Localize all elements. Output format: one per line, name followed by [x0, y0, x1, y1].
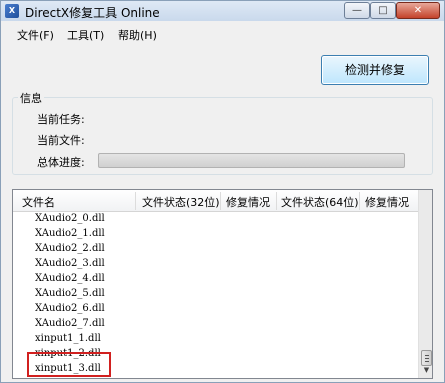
minimize-button[interactable]: —	[344, 2, 370, 19]
current-file-label: 当前文件:	[37, 134, 85, 147]
scroll-thumb[interactable]	[421, 350, 432, 366]
column-header-status-32[interactable]: 文件状态(32位)	[142, 194, 220, 210]
app-icon: X	[5, 4, 19, 18]
title-bar[interactable]: X DirectX修复工具 Online — □ ✕	[1, 1, 444, 21]
close-button[interactable]: ✕	[396, 2, 440, 19]
list-row[interactable]: XAudio2_6.dll	[13, 302, 418, 317]
column-separator	[135, 192, 136, 210]
vertical-scrollbar[interactable]: ▼	[418, 190, 432, 378]
list-row[interactable]: XAudio2_3.dll	[13, 257, 418, 272]
list-row[interactable]: xinput1_1.dll	[13, 332, 418, 347]
row-filename: XAudio2_5.dll	[35, 288, 105, 299]
column-header-repair-64[interactable]: 修复情况	[365, 194, 409, 210]
current-task-label: 当前任务:	[37, 113, 85, 126]
list-row[interactable]: XAudio2_0.dll	[13, 212, 418, 227]
row-filename: XAudio2_1.dll	[35, 228, 105, 239]
row-filename: XAudio2_2.dll	[35, 243, 105, 254]
window-title: DirectX修复工具 Online	[25, 6, 160, 20]
thumb-grip	[425, 358, 429, 359]
overall-progress-bar	[98, 153, 405, 168]
menu-help[interactable]: 帮助(H)	[118, 27, 157, 43]
thumb-grip	[425, 355, 429, 356]
directx-repair-window: X DirectX修复工具 Online — □ ✕ 文件(F) 工具(T) 帮…	[0, 0, 445, 383]
row-filename: XAudio2_7.dll	[35, 318, 105, 329]
list-row[interactable]: XAudio2_4.dll	[13, 272, 418, 287]
list-row[interactable]: XAudio2_7.dll	[13, 317, 418, 332]
column-header-status-64[interactable]: 文件状态(64位)	[281, 194, 359, 210]
list-row[interactable]: XAudio2_2.dll	[13, 242, 418, 257]
thumb-grip	[425, 361, 429, 362]
row-filename: XAudio2_4.dll	[35, 273, 105, 284]
column-separator	[276, 192, 277, 210]
detect-and-repair-button[interactable]: 检测并修复	[321, 55, 429, 85]
menu-file[interactable]: 文件(F)	[17, 27, 54, 43]
row-filename: XAudio2_3.dll	[35, 258, 105, 269]
column-header-filename[interactable]: 文件名	[22, 194, 55, 210]
info-group-title: 信息	[18, 90, 44, 106]
column-header-repair-32[interactable]: 修复情况	[226, 194, 270, 210]
list-row[interactable]: XAudio2_1.dll	[13, 227, 418, 242]
menu-bar: 文件(F) 工具(T) 帮助(H)	[1, 23, 444, 43]
maximize-button[interactable]: □	[370, 2, 396, 19]
highlight-annotation-box	[27, 352, 111, 377]
row-filename: xinput1_1.dll	[35, 333, 101, 344]
file-list[interactable]: 文件名 文件状态(32位) 修复情况 文件状态(64位) 修复情况 XAudio…	[12, 189, 433, 379]
list-header: 文件名 文件状态(32位) 修复情况 文件状态(64位) 修复情况	[13, 190, 418, 212]
column-separator	[220, 192, 221, 210]
list-row[interactable]: XAudio2_5.dll	[13, 287, 418, 302]
row-filename: XAudio2_6.dll	[35, 303, 105, 314]
menu-tools[interactable]: 工具(T)	[67, 27, 104, 43]
row-filename: XAudio2_0.dll	[35, 213, 105, 224]
scroll-down-arrow-icon[interactable]: ▼	[421, 365, 432, 376]
overall-progress-label: 总体进度:	[37, 156, 85, 169]
column-separator	[359, 192, 360, 210]
